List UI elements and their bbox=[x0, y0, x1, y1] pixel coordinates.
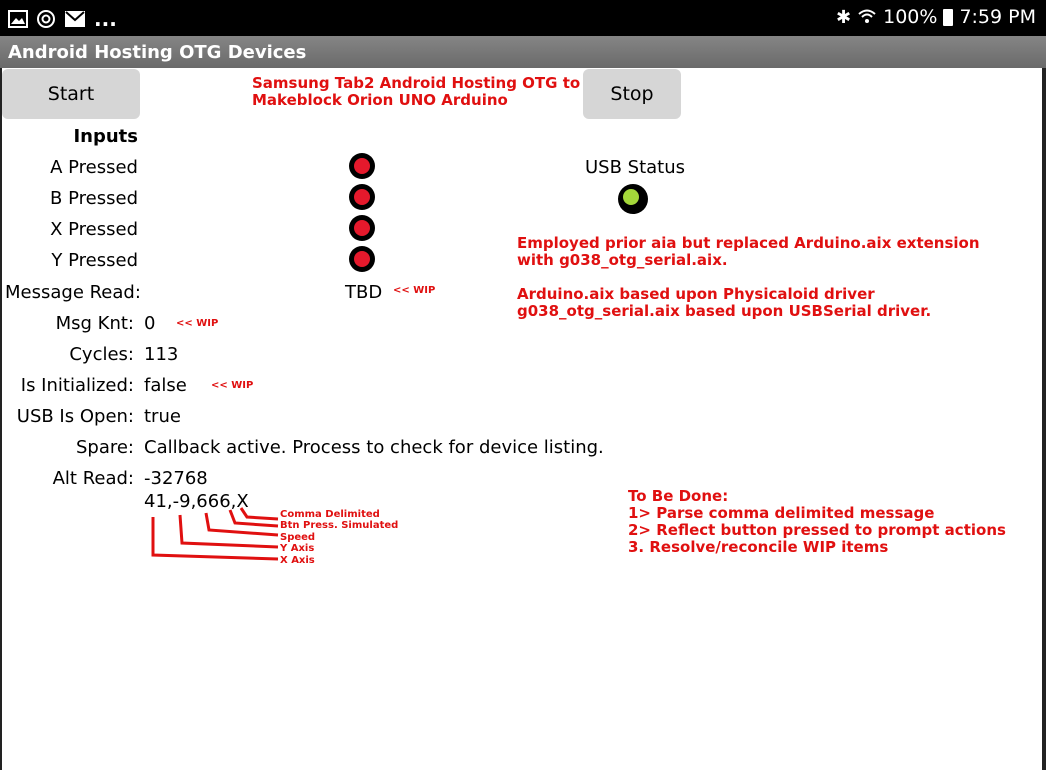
wip-tag-msg-knt: << WIP bbox=[176, 318, 219, 329]
battery-icon bbox=[943, 8, 954, 26]
app-title: Android Hosting OTG Devices bbox=[8, 42, 307, 63]
x-pressed-led bbox=[349, 215, 375, 241]
gallery-icon bbox=[8, 10, 28, 28]
todo-title: To Be Done: bbox=[628, 487, 729, 505]
usb-is-open-label: USB Is Open: bbox=[16, 406, 134, 427]
spare-label: Spare: bbox=[75, 437, 134, 458]
bluetooth-icon: ✱ bbox=[836, 6, 852, 28]
callout-btn-press: Btn Press. Simulated bbox=[280, 520, 399, 531]
header-note-line1: Samsung Tab2 Android Hosting OTG to bbox=[252, 74, 581, 92]
extension-note-line2: with g038_otg_serial.aix. bbox=[517, 251, 728, 269]
todo-item: 2> Reflect button pressed to prompt acti… bbox=[628, 521, 1006, 539]
extension-note-line1: Employed prior aia but replaced Arduino.… bbox=[517, 234, 980, 252]
y-pressed-label: Y Pressed bbox=[51, 250, 138, 271]
status-bar: ... ✱ 100% 7:59 PM bbox=[0, 0, 1046, 36]
message-read-label: Message Read: bbox=[5, 282, 141, 303]
alt-read-label: Alt Read: bbox=[52, 468, 134, 489]
wip-tag-is-initialized: << WIP bbox=[211, 380, 254, 391]
msg-knt-label: Msg Knt: bbox=[55, 313, 134, 334]
app-title-bar: Android Hosting OTG Devices bbox=[0, 36, 1046, 68]
more-notifications: ... bbox=[94, 7, 117, 31]
start-button[interactable]: Start bbox=[2, 69, 140, 119]
usb-status-label: USB Status bbox=[585, 157, 686, 178]
x-pressed-label: X Pressed bbox=[50, 219, 138, 240]
todo-item: 1> Parse comma delimited message bbox=[628, 504, 935, 522]
header-note-line2: Makeblock Orion UNO Arduino bbox=[252, 91, 508, 109]
usb-is-open-value: true bbox=[144, 406, 181, 427]
b-pressed-led bbox=[349, 184, 375, 210]
a-pressed-label: A Pressed bbox=[50, 157, 138, 178]
header-note: Samsung Tab2 Android Hosting OTG to Make… bbox=[252, 75, 580, 109]
callout-speed: Speed bbox=[280, 532, 316, 543]
cycles-label: Cycles: bbox=[69, 344, 134, 365]
usb-status-led bbox=[618, 184, 648, 214]
mail-icon bbox=[65, 11, 85, 27]
todo-list: To Be Done: 1> Parse comma delimited mes… bbox=[628, 488, 1006, 556]
battery-level: 100% bbox=[883, 6, 938, 28]
todo-item: 3. Resolve/reconcile WIP items bbox=[628, 538, 889, 556]
callout-comma-delimited: Comma Delimited bbox=[280, 509, 380, 520]
callout-y-axis: Y Axis bbox=[280, 543, 315, 554]
inputs-heading: Inputs bbox=[73, 126, 138, 147]
window-edge bbox=[1042, 68, 1046, 770]
callout-x-axis: X Axis bbox=[280, 555, 315, 566]
y-pressed-led bbox=[349, 246, 375, 272]
driver-note-line2: g038_otg_serial.aix based upon USBSerial… bbox=[517, 302, 932, 320]
callout-lines bbox=[151, 507, 279, 561]
b-pressed-label: B Pressed bbox=[50, 188, 138, 209]
is-initialized-label: Is Initialized: bbox=[20, 375, 134, 396]
alt-read-value: -32768 bbox=[144, 468, 208, 489]
msg-knt-value: 0 bbox=[144, 313, 156, 334]
sync-icon bbox=[37, 10, 55, 28]
spare-value: Callback active. Process to check for de… bbox=[144, 437, 604, 458]
is-initialized-value: false bbox=[144, 375, 187, 396]
window-edge-left bbox=[0, 68, 2, 770]
wip-tag-message-read: << WIP bbox=[393, 285, 436, 296]
message-read-value: TBD bbox=[345, 282, 383, 303]
a-pressed-led bbox=[349, 153, 375, 179]
extension-note: Employed prior aia but replaced Arduino.… bbox=[517, 235, 980, 320]
driver-note-line1: Arduino.aix based upon Physicaloid drive… bbox=[517, 285, 875, 303]
cycles-value: 113 bbox=[144, 344, 179, 365]
stop-button[interactable]: Stop bbox=[583, 69, 681, 119]
clock: 7:59 PM bbox=[959, 6, 1036, 28]
wifi-icon bbox=[858, 9, 876, 23]
